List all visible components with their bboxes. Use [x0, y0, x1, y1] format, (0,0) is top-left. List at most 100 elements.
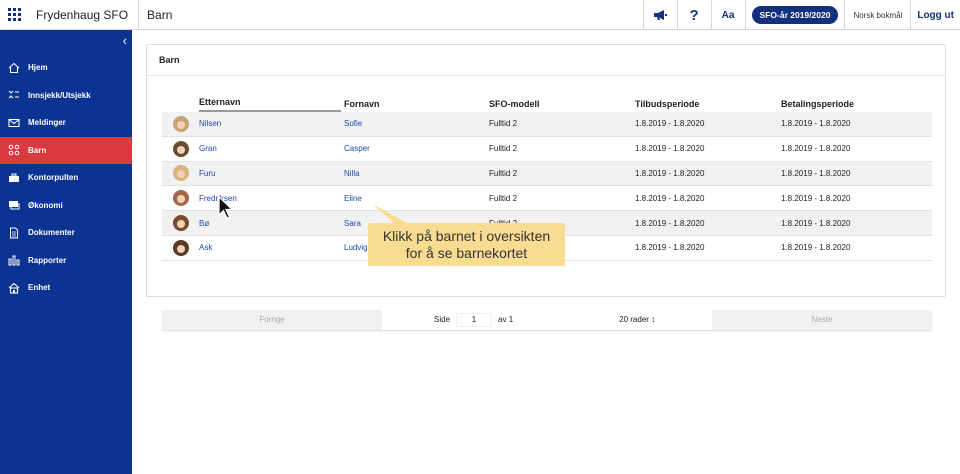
- top-bar: Frydenhaug SFO Barn ? Aa SFO-år 2019/202…: [0, 0, 960, 30]
- cell-first-name[interactable]: Sofie: [344, 119, 489, 128]
- font-size-button[interactable]: Aa: [710, 0, 745, 30]
- sidebar-item-enhet[interactable]: Enhet: [0, 274, 132, 302]
- column-header-tilbudsperiode[interactable]: Tilbudsperiode: [635, 99, 699, 112]
- sidebar-item-barn[interactable]: Barn: [0, 136, 132, 164]
- cell-sfo-model: Fulltid 2: [489, 144, 518, 154]
- desk-icon: [8, 172, 20, 184]
- checkin-icon: [8, 89, 20, 101]
- page-count-label: av 1: [498, 315, 514, 324]
- help-button[interactable]: ?: [676, 0, 711, 30]
- sidebar-item-label: Økonomi: [28, 200, 63, 210]
- sidebar-item-dokumenter[interactable]: Dokumenter: [0, 219, 132, 247]
- page-number-input[interactable]: 1: [456, 312, 493, 327]
- sidebar-item-rapporter[interactable]: Rapporter: [0, 247, 132, 275]
- child-avatar: [172, 115, 189, 132]
- cell-tilbudsperiode: 1.8.2019 - 1.8.2020: [635, 243, 705, 253]
- cell-sfo-model: Fulltid 2: [489, 119, 518, 129]
- sidebar-item-kontorpulten[interactable]: Kontorpulten: [0, 164, 132, 192]
- sidebar-item-label: Meldinger: [28, 118, 66, 128]
- child-avatar: [172, 140, 189, 157]
- help-icon: ?: [689, 6, 699, 24]
- child-avatar: [172, 165, 189, 182]
- child-avatar: [172, 215, 189, 232]
- mouse-cursor-icon: [218, 196, 234, 219]
- cell-last-name[interactable]: Furu: [199, 169, 344, 178]
- cell-last-name[interactable]: Nilsen: [199, 119, 344, 128]
- page-title: Barn: [147, 7, 173, 22]
- logout-button[interactable]: Logg ut: [910, 0, 960, 30]
- column-header-fornavn[interactable]: Fornavn: [344, 99, 380, 112]
- tutorial-callout: Klikk på barnet i oversikten for å se ba…: [368, 223, 565, 266]
- cell-tilbudsperiode: 1.8.2019 - 1.8.2020: [635, 144, 705, 154]
- cell-first-name[interactable]: Casper: [344, 144, 489, 153]
- org-name[interactable]: Frydenhaug SFO: [28, 0, 140, 30]
- sidebar-item-label: Kontorpulten: [28, 173, 79, 183]
- cell-sfo-model: Fulltid 2: [489, 193, 518, 203]
- sidebar-item-okonomi[interactable]: Økonomi: [0, 192, 132, 220]
- sidebar: ‹ Hjem Innsjekk/Utsjekk Meldinger Barn K…: [0, 30, 132, 474]
- next-page-button[interactable]: Neste: [712, 309, 932, 330]
- cell-betalingsperiode: 1.8.2019 - 1.8.2020: [781, 168, 851, 178]
- app-grid-button[interactable]: [0, 0, 28, 30]
- table-header: Etternavn Fornavn SFO-modell Tilbudsperi…: [162, 93, 932, 112]
- sidebar-item-label: Hjem: [28, 63, 48, 73]
- home-icon: [8, 62, 20, 74]
- table-row[interactable]: Fredriksen Eline Fulltid 2 1.8.2019 - 1.…: [162, 186, 932, 212]
- sidebar-item-label: Dokumenter: [28, 228, 75, 238]
- collapse-sidebar-icon[interactable]: ‹: [123, 33, 127, 48]
- mail-icon: [8, 117, 20, 129]
- pagination: Forrige Side 1 av 1 20 rader ↕ Neste: [162, 309, 932, 331]
- top-bar-actions: ? Aa SFO-år 2019/2020 Norsk bokmål Logg …: [642, 0, 960, 30]
- chart-icon: [8, 254, 20, 266]
- rows-per-page-label: 20 rader: [619, 315, 649, 324]
- column-header-etternavn[interactable]: Etternavn: [199, 97, 341, 112]
- cell-last-name[interactable]: Gran: [199, 144, 344, 153]
- cell-first-name[interactable]: Nilla: [344, 169, 489, 178]
- cell-betalingsperiode: 1.8.2019 - 1.8.2020: [781, 243, 851, 253]
- cell-tilbudsperiode: 1.8.2019 - 1.8.2020: [635, 119, 705, 129]
- cell-betalingsperiode: 1.8.2019 - 1.8.2020: [781, 144, 851, 154]
- children-icon: [8, 144, 20, 156]
- sidebar-item-label: Barn: [28, 145, 47, 155]
- child-avatar: [172, 190, 189, 207]
- font-size-label: Aa: [721, 9, 735, 21]
- table-row[interactable]: Gran Casper Fulltid 2 1.8.2019 - 1.8.202…: [162, 137, 932, 162]
- sidebar-item-hjem[interactable]: Hjem: [0, 54, 132, 82]
- sidebar-item-label: Innsjekk/Utsjekk: [28, 90, 91, 100]
- table-row[interactable]: Furu Nilla Fulltid 2 1.8.2019 - 1.8.2020…: [162, 161, 932, 187]
- cell-tilbudsperiode: 1.8.2019 - 1.8.2020: [635, 193, 705, 203]
- cell-sfo-model: Fulltid 2: [489, 168, 518, 178]
- cell-tilbudsperiode: 1.8.2019 - 1.8.2020: [635, 168, 705, 178]
- cell-betalingsperiode: 1.8.2019 - 1.8.2020: [781, 218, 851, 228]
- document-icon: [8, 227, 20, 239]
- announcement-button[interactable]: [642, 0, 677, 30]
- table-row[interactable]: Nilsen Sofie Fulltid 2 1.8.2019 - 1.8.20…: [162, 112, 932, 137]
- grid-icon: [7, 8, 21, 21]
- column-header-sfo-modell[interactable]: SFO-modell: [489, 99, 540, 112]
- previous-page-button[interactable]: Forrige: [162, 309, 382, 330]
- callout-line-1: Klikk på barnet i oversikten: [382, 228, 551, 244]
- callout-line-2: for å se barnekortet: [405, 245, 528, 261]
- select-arrows-icon: ↕: [651, 315, 656, 324]
- sidebar-item-label: Enhet: [28, 283, 51, 293]
- sfo-year-container: SFO-år 2019/2020: [744, 0, 845, 30]
- sidebar-item-label: Rapporter: [28, 255, 67, 265]
- building-icon: [8, 282, 20, 294]
- cell-last-name[interactable]: Ask: [199, 243, 344, 252]
- money-icon: [8, 199, 20, 211]
- sidebar-item-innsjekk[interactable]: Innsjekk/Utsjekk: [0, 82, 132, 110]
- rows-per-page-select[interactable]: 20 rader ↕: [619, 315, 655, 324]
- card-title: Barn: [147, 45, 945, 76]
- cell-betalingsperiode: 1.8.2019 - 1.8.2020: [781, 193, 851, 203]
- language-selector[interactable]: Norsk bokmål: [844, 0, 910, 30]
- page-label: Side: [434, 315, 451, 324]
- sidebar-item-meldinger[interactable]: Meldinger: [0, 109, 132, 137]
- cell-tilbudsperiode: 1.8.2019 - 1.8.2020: [635, 218, 705, 228]
- child-avatar: [172, 239, 189, 256]
- column-header-betalingsperiode[interactable]: Betalingsperiode: [781, 99, 854, 112]
- sidebar-nav: Hjem Innsjekk/Utsjekk Meldinger Barn Kon…: [0, 54, 132, 302]
- megaphone-icon: [654, 10, 668, 20]
- sfo-year-button[interactable]: SFO-år 2019/2020: [751, 6, 839, 24]
- page-controls: Side 1 av 1 20 rader ↕: [382, 310, 712, 330]
- cell-betalingsperiode: 1.8.2019 - 1.8.2020: [781, 119, 851, 129]
